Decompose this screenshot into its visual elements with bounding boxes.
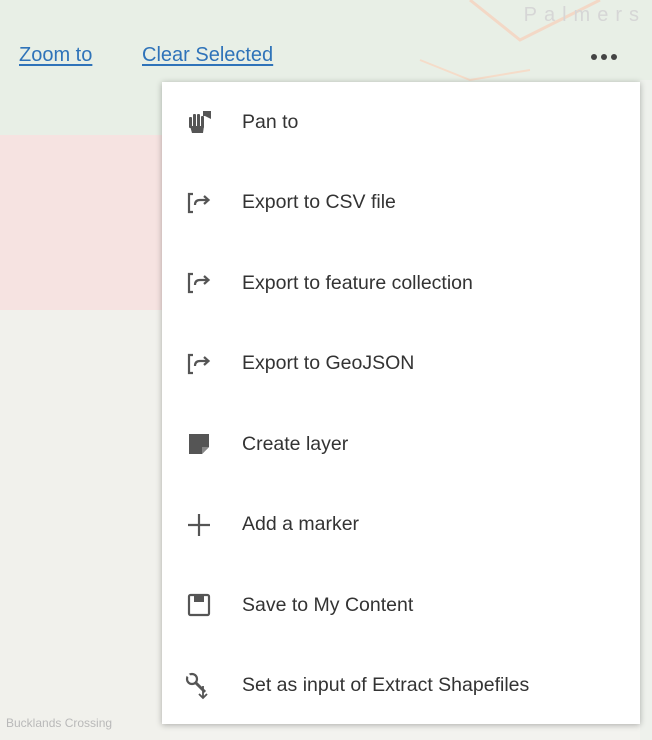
- menu-item-label: Set as input of Extract Shapefiles: [242, 674, 530, 697]
- more-options-button[interactable]: [580, 44, 628, 70]
- menu-item-label: Export to CSV file: [242, 191, 396, 214]
- clear-selected-link[interactable]: Clear Selected: [142, 44, 273, 67]
- menu-item-label: Create layer: [242, 432, 349, 455]
- more-horizontal-icon: [591, 54, 617, 60]
- menu-item-label: Add a marker: [242, 513, 360, 536]
- wrench-icon: [184, 671, 214, 701]
- menu-item-pan-to[interactable]: Pan to: [162, 82, 640, 163]
- export-icon: [184, 268, 214, 298]
- save-icon: [184, 590, 214, 620]
- menu-item-export-feature-collection[interactable]: Export to feature collection: [162, 243, 640, 324]
- menu-item-set-as-input-extract-shapefiles[interactable]: Set as input of Extract Shapefiles: [162, 646, 640, 727]
- map-place-label-top: Palmers: [523, 4, 646, 26]
- menu-item-save-to-my-content[interactable]: Save to My Content: [162, 565, 640, 646]
- zoom-to-link[interactable]: Zoom to: [19, 44, 92, 67]
- menu-item-add-marker[interactable]: Add a marker: [162, 485, 640, 566]
- menu-item-label: Export to feature collection: [242, 271, 473, 294]
- export-icon: [184, 188, 214, 218]
- export-icon: [184, 349, 214, 379]
- menu-item-create-layer[interactable]: Create layer: [162, 404, 640, 485]
- map-place-label-bottom: Bucklands Crossing: [6, 716, 113, 730]
- menu-item-label: Pan to: [242, 110, 299, 133]
- pan-icon: [184, 107, 214, 137]
- plus-icon: [184, 510, 214, 540]
- menu-item-label: Export to GeoJSON: [242, 352, 415, 375]
- menu-item-export-geojson[interactable]: Export to GeoJSON: [162, 324, 640, 405]
- selection-toolbar: Zoom to Clear Selected: [0, 36, 652, 76]
- layer-icon: [184, 429, 214, 459]
- menu-item-export-csv[interactable]: Export to CSV file: [162, 163, 640, 244]
- actions-menu: Pan to Export to CSV file Export to feat…: [162, 82, 640, 724]
- menu-item-label: Save to My Content: [242, 593, 414, 616]
